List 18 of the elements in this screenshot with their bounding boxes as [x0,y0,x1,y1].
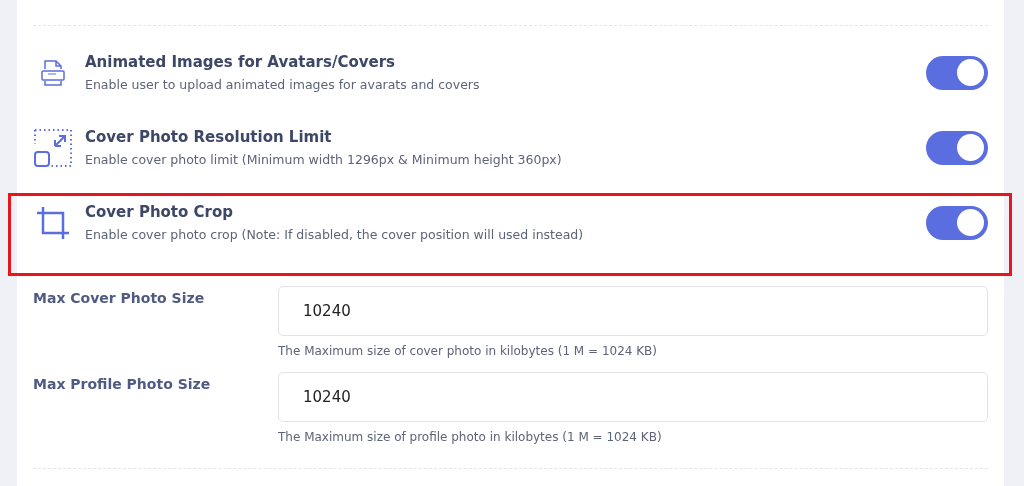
resize-icon [33,127,73,168]
field-label: Max Cover Photo Size [33,289,206,308]
field-help-text: The Maximum size of profile photo in kilobytes (1 M = 1024 KB) [278,430,663,444]
field-help-text: The Maximum size of cover photo in kilobytes (1 M = 1024 KB) [278,344,659,358]
field-label: Max Profile Photo Size [33,375,212,394]
toggle-switch[interactable] [926,55,988,90]
setting-title: Cover Photo Resolution Limit [85,128,333,146]
setting-description: Enable cover photo limit (Minimum width 1296px & Minimum height 360px) [85,152,563,167]
input-field[interactable]: 10240 [278,372,988,422]
input-field[interactable]: 10240 [278,286,988,336]
setting-description: Enable user to upload animated images for avarats and covers [85,77,481,92]
file-icon [41,58,65,87]
setting-title: Cover Photo Crop [85,203,234,221]
toggle-switch[interactable] [926,130,988,165]
toggle-switch[interactable] [926,205,988,240]
setting-title: Animated Images for Avatars/Covers [85,53,396,71]
crop-icon [35,204,71,241]
setting-description: Enable cover photo crop (Note: If disabled, the cover position will used instead) [85,227,585,242]
